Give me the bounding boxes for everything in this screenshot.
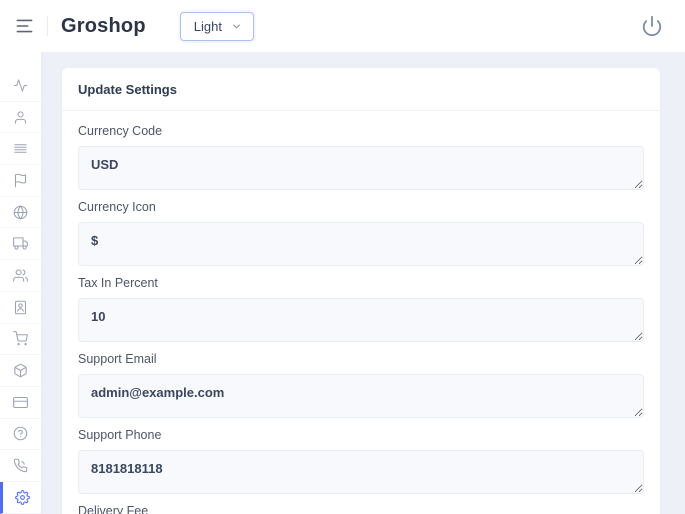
sidebar-item-cart[interactable] (0, 324, 41, 356)
settings-icon (15, 490, 30, 505)
flag-icon (13, 173, 28, 188)
header-divider (47, 16, 48, 36)
sidebar-item-list[interactable] (0, 133, 41, 165)
sidebar-item-id-badge[interactable] (0, 292, 41, 324)
theme-selector-value: Light (194, 19, 222, 34)
phone-icon (13, 458, 28, 473)
field-label: Delivery Fee (78, 504, 644, 514)
form-field: Support Phone (78, 428, 644, 494)
field-input-tax-in-percent[interactable] (78, 298, 644, 342)
chevron-down-icon (231, 21, 242, 32)
sidebar-item-flag[interactable] (0, 165, 41, 197)
truck-icon (13, 236, 28, 251)
field-label: Tax In Percent (78, 276, 644, 290)
form-field: Tax In Percent (78, 276, 644, 342)
top-header: Groshop Light (0, 0, 685, 52)
field-label: Currency Icon (78, 200, 644, 214)
sidebar-toggle-button[interactable] (13, 16, 36, 36)
sidebar-item-package[interactable] (0, 355, 41, 387)
power-icon (641, 15, 663, 37)
sidebar-item-phone[interactable] (0, 450, 41, 482)
form-field: Delivery Fee (78, 504, 644, 514)
brand-title: Groshop (61, 15, 146, 38)
sidebar-item-activity[interactable] (0, 70, 41, 102)
settings-card: Update Settings Currency Code Currency Ic… (62, 68, 660, 514)
sidebar-item-globe[interactable] (0, 197, 41, 229)
settings-form: Currency Code Currency Icon Tax In Percent… (62, 111, 660, 514)
form-field: Support Email (78, 352, 644, 418)
users-icon (13, 268, 28, 283)
help-icon (13, 426, 28, 441)
activity-icon (13, 78, 28, 93)
package-icon (13, 363, 28, 378)
cart-icon (13, 331, 28, 346)
sidebar-item-user[interactable] (0, 102, 41, 134)
field-input-support-email[interactable] (78, 374, 644, 418)
sidebar-item-help[interactable] (0, 419, 41, 451)
user-icon (13, 110, 28, 125)
field-label: Support Email (78, 352, 644, 366)
list-icon (13, 141, 28, 156)
field-input-currency-icon[interactable] (78, 222, 644, 266)
logout-button[interactable] (639, 13, 665, 39)
sidebar-item-settings[interactable] (0, 482, 41, 514)
form-field: Currency Code (78, 124, 644, 190)
menu-icon (15, 18, 34, 34)
form-field: Currency Icon (78, 200, 644, 266)
globe-icon (13, 205, 28, 220)
sidebar-item-users[interactable] (0, 260, 41, 292)
field-label: Support Phone (78, 428, 644, 442)
sidebar (0, 52, 42, 514)
field-input-support-phone[interactable] (78, 450, 644, 494)
main-content: Update Settings Currency Code Currency Ic… (42, 52, 685, 514)
id-badge-icon (13, 300, 28, 315)
sidebar-item-truck[interactable] (0, 228, 41, 260)
page-title: Update Settings (78, 82, 177, 97)
field-input-currency-code[interactable] (78, 146, 644, 190)
credit-card-icon (13, 395, 28, 410)
theme-selector[interactable]: Light (180, 12, 254, 41)
field-label: Currency Code (78, 124, 644, 138)
sidebar-item-credit-card[interactable] (0, 387, 41, 419)
card-header: Update Settings (62, 68, 660, 111)
